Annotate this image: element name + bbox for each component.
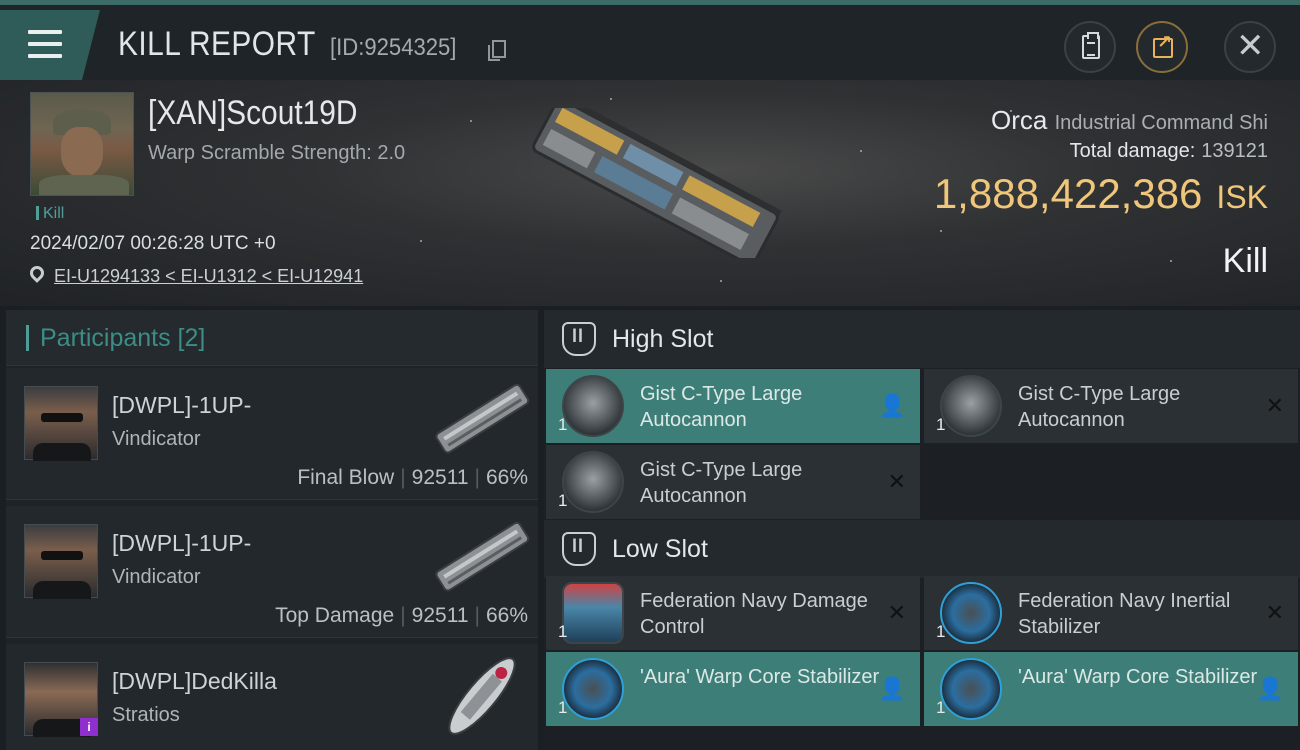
warp-core-stabilizer-icon — [940, 658, 1002, 720]
victim-name[interactable]: [XAN]Scout19D — [148, 94, 358, 133]
participant-name: [DWPL]-1UP- — [112, 530, 252, 556]
kill-result: Kill — [1222, 242, 1268, 280]
participant-role: Top Damage — [275, 604, 395, 627]
kill-summary-panel: [XAN]Scout19D Warp Scramble Strength: 2.… — [0, 80, 1300, 306]
ship-name-text: Orca — [990, 105, 1048, 135]
participant-row[interactable]: [DWPL]-1UP- Vindicator Final Blow | 92511 |… — [6, 368, 538, 500]
autocannon-icon — [940, 375, 1002, 437]
module-qty: 1 — [558, 491, 568, 510]
total-damage-value: 139121 — [1201, 140, 1268, 162]
module-name: Federation Navy Inertial Stabilizer — [1018, 590, 1231, 638]
module-qty: 1 — [558, 415, 568, 434]
share-icon — [1153, 32, 1173, 58]
close-icon: ✕ — [1236, 27, 1265, 65]
autocannon-icon — [562, 451, 624, 513]
module-slot[interactable]: 1 Gist C-Type Large Autocannon ✕ — [924, 369, 1298, 443]
high-slot-header: High Slot — [544, 310, 1300, 368]
low-slot-label: Low Slot — [612, 535, 708, 563]
module-qty: 1 — [936, 622, 946, 641]
participant-ship-image[interactable] — [426, 374, 538, 466]
share-button[interactable] — [1136, 21, 1188, 73]
participant-name: [DWPL]DedKilla — [112, 668, 277, 694]
autocannon-icon — [562, 375, 624, 437]
kill-tag: Kill — [36, 205, 64, 223]
total-damage-label: Total damage: — [1069, 140, 1196, 162]
participant-ship: Vindicator — [112, 428, 201, 450]
participant-percent: 66% — [485, 604, 528, 627]
module-slot[interactable]: 1 'Aura' Warp Core Stabilizer 👤 — [924, 652, 1298, 726]
participants-header[interactable]: Participants [2] — [6, 310, 538, 366]
report-id: [ID:9254325] — [330, 34, 457, 61]
participant-row[interactable]: i [DWPL]DedKilla Stratios — [6, 644, 538, 750]
kill-timestamp: 2024/02/07 00:26:28 UTC +0 — [30, 233, 276, 254]
module-name: 'Aura' Warp Core Stabilizer — [1018, 666, 1258, 688]
clipboard-icon — [1082, 32, 1100, 59]
total-damage: Total damage: 139121 — [1070, 140, 1268, 163]
ship-class-text: Industrial Command Shi — [1054, 112, 1268, 134]
high-slot-label: High Slot — [612, 325, 714, 353]
module-name: Gist C-Type Large Autocannon — [1018, 383, 1181, 431]
damage-control-icon — [562, 582, 624, 644]
participant-damage: 92511 — [411, 604, 469, 627]
top-bar: KILL REPORT [ID:9254325] ✕ — [0, 0, 1300, 80]
info-badge-icon: i — [80, 718, 98, 736]
isk-amount: 1,888,422,386 — [933, 170, 1203, 217]
participant-ship-image[interactable] — [426, 650, 538, 742]
participant-avatar[interactable] — [24, 386, 98, 461]
participant-name: [DWPL]-1UP- — [112, 392, 252, 418]
module-slot[interactable]: 1 'Aura' Warp Core Stabilizer 👤 — [546, 652, 920, 726]
participant-ship: Stratios — [112, 704, 180, 726]
close-button[interactable]: ✕ — [1224, 21, 1276, 73]
participant-role: Final Blow — [297, 466, 395, 489]
destroyed-icon: ✕ — [887, 469, 906, 494]
copy-icon[interactable] — [488, 40, 506, 61]
module-name: 'Aura' Warp Core Stabilizer — [640, 666, 880, 688]
victim-subtitle: Warp Scramble Strength: 2.0 — [148, 142, 406, 164]
location-link[interactable]: EI-U1294133 < EI-U1312 < EI-U12941 — [54, 266, 363, 287]
participant-avatar[interactable]: i — [24, 662, 98, 737]
destroyed-icon: ✕ — [887, 600, 906, 625]
inertial-stabilizer-icon — [940, 582, 1002, 644]
high-slot-icon — [562, 322, 596, 356]
module-slot[interactable]: 1 Gist C-Type Large Autocannon 👤 — [546, 369, 920, 443]
hamburger-menu-icon[interactable] — [0, 10, 100, 80]
participant-damage: 92511 — [411, 466, 469, 489]
module-slot[interactable]: 1 Federation Navy Damage Control ✕ — [546, 576, 920, 650]
page-title: KILL REPORT — [118, 25, 316, 63]
participants-title: Participants [2] — [40, 324, 206, 352]
low-slot-icon — [562, 532, 596, 566]
dropped-pilot-icon: 👤 — [1256, 676, 1284, 701]
victim-ship-name[interactable]: Orca Industrial Command Shi — [991, 105, 1268, 136]
module-qty: 1 — [558, 698, 568, 717]
module-name: Gist C-Type Large Autocannon — [640, 459, 803, 507]
isk-value: 1,888,422,386 ISK — [934, 170, 1268, 218]
victim-ship-image[interactable] — [520, 108, 790, 258]
participant-row[interactable]: [DWPL]-1UP- Vindicator Top Damage | 92511 |… — [6, 506, 538, 638]
module-slot[interactable]: 1 Federation Navy Inertial Stabilizer ✕ — [924, 576, 1298, 650]
dropped-pilot-icon: 👤 — [878, 393, 906, 418]
participant-stats: Final Blow | 92511 | 66% — [297, 466, 528, 489]
participant-avatar[interactable] — [24, 524, 98, 599]
module-name: Gist C-Type Large Autocannon — [640, 383, 803, 431]
participants-panel: Participants [2] [DWPL]-1UP- Vindicator … — [6, 310, 538, 750]
module-qty: 1 — [558, 622, 568, 641]
warp-core-stabilizer-icon — [562, 658, 624, 720]
fitting-panel: High Slot 1 Gist C-Type Large Autocannon… — [544, 310, 1300, 750]
participant-ship: Vindicator — [112, 566, 201, 588]
participant-percent: 66% — [485, 466, 528, 489]
location-pin-icon — [27, 263, 47, 283]
module-name: Federation Navy Damage Control — [640, 590, 868, 638]
victim-avatar[interactable] — [30, 92, 134, 196]
participant-stats: Top Damage | 92511 | 66% — [275, 604, 528, 627]
destroyed-icon: ✕ — [1265, 600, 1284, 625]
module-slot[interactable]: 1 Gist C-Type Large Autocannon ✕ — [546, 445, 920, 519]
dropped-pilot-icon: 👤 — [878, 676, 906, 701]
destroyed-icon: ✕ — [1265, 393, 1284, 418]
module-qty: 1 — [936, 415, 946, 434]
module-qty: 1 — [936, 698, 946, 717]
low-slot-header: Low Slot — [544, 520, 1300, 578]
report-button[interactable] — [1064, 21, 1116, 73]
participant-ship-image[interactable] — [426, 512, 538, 604]
isk-unit: ISK — [1216, 179, 1268, 215]
